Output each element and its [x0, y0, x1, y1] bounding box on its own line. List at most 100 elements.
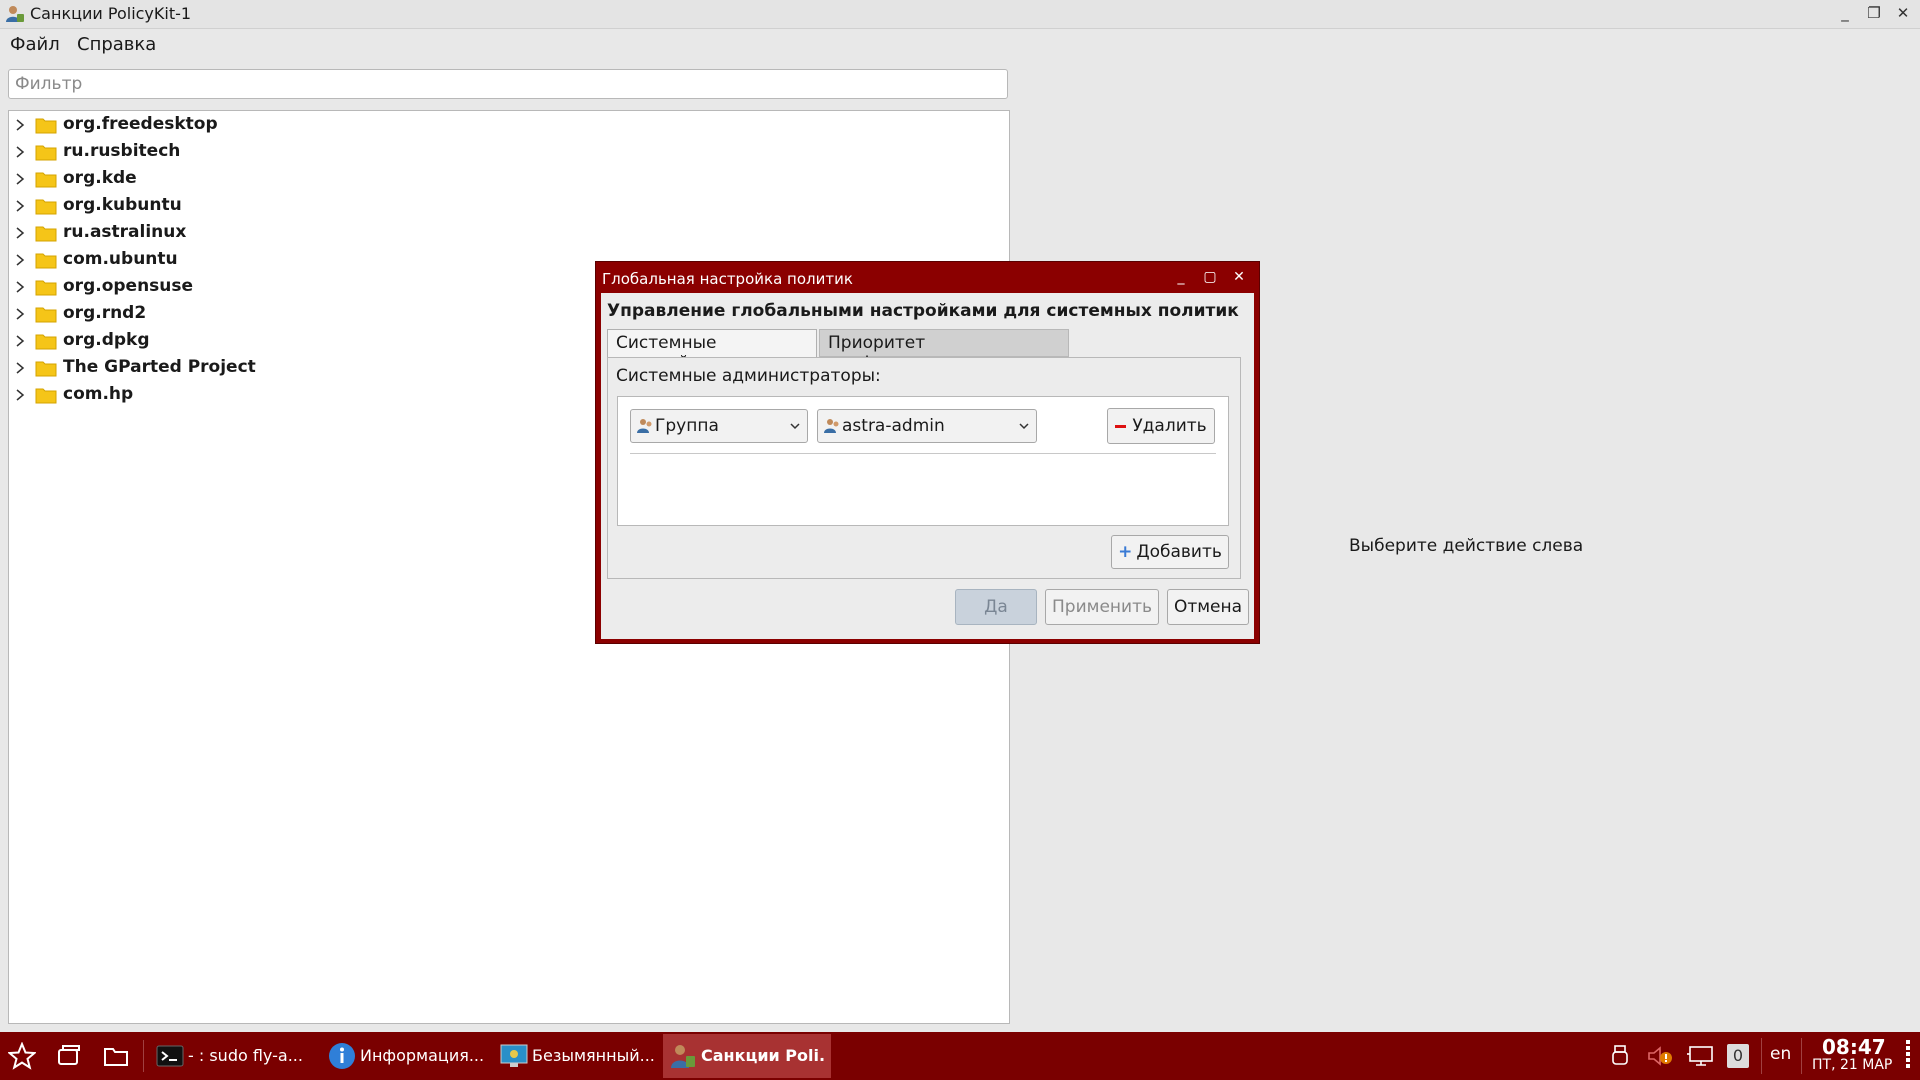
cancel-button-label: Отмена: [1173, 597, 1243, 617]
tree-item-label: com.ubuntu: [63, 249, 178, 269]
add-button[interactable]: + Добавить: [1111, 535, 1229, 569]
tree-item[interactable]: org.freedesktop: [9, 112, 999, 138]
notification-count[interactable]: 0: [1727, 1044, 1749, 1068]
expand-arrow-icon[interactable]: [13, 142, 27, 162]
ok-button[interactable]: Да: [955, 589, 1037, 625]
expand-arrow-icon[interactable]: [13, 223, 27, 243]
policykit-app-icon: [6, 6, 24, 22]
global-policy-dialog: Глобальная настройка политик _ ▢ ✕ Управ…: [595, 261, 1260, 644]
menu-file[interactable]: Файл: [10, 34, 60, 55]
monitor-icon: [500, 1044, 528, 1067]
tray-separator: [1801, 1038, 1802, 1074]
expand-arrow-icon[interactable]: [13, 304, 27, 324]
tab-config-priority[interactable]: Приоритет конфигурации: [819, 329, 1069, 373]
tree-item-label: org.kubuntu: [63, 195, 182, 215]
tray-separator: [1761, 1038, 1762, 1074]
task-label: - : sudo fly-a...: [188, 1046, 303, 1065]
tree-item[interactable]: org.kubuntu: [9, 193, 999, 219]
filter-input[interactable]: [8, 69, 1008, 99]
principal-type-value: Группа: [655, 416, 719, 436]
expand-arrow-icon[interactable]: [13, 196, 27, 216]
tree-item[interactable]: ru.astralinux: [9, 220, 999, 246]
tree-item-label: org.opensuse: [63, 276, 194, 296]
folder-icon: [35, 199, 57, 215]
volume-muted-icon[interactable]: [1646, 1044, 1674, 1068]
dialog-minimize-button[interactable]: _: [1171, 269, 1191, 287]
expand-arrow-icon[interactable]: [13, 277, 27, 297]
task-label: Безымянный...: [532, 1046, 655, 1065]
clock-time[interactable]: 08:47: [1822, 1035, 1886, 1059]
tree-item[interactable]: ru.rusbitech: [9, 139, 999, 165]
network-icon[interactable]: [1686, 1044, 1716, 1070]
task-untitled[interactable]: Безымянный...: [494, 1034, 662, 1078]
dialog-close-button[interactable]: ✕: [1229, 269, 1249, 287]
folder-icon: [35, 253, 57, 269]
restore-button[interactable]: ❐: [1863, 4, 1885, 24]
expand-arrow-icon[interactable]: [13, 250, 27, 270]
tree-item-label: org.freedesktop: [63, 114, 218, 134]
group-icon: [637, 419, 652, 433]
task-label: Информация...: [360, 1046, 484, 1065]
remove-button-label: Удалить: [1132, 416, 1207, 436]
expand-arrow-icon[interactable]: [13, 385, 27, 405]
task-info[interactable]: Информация...: [322, 1034, 490, 1078]
dialog-body: Управление глобальными настройками для с…: [601, 293, 1254, 639]
window-titlebar[interactable]: Санкции PolicyKit-1 _ ❐ ✕: [0, 0, 1920, 29]
folder-icon: [35, 226, 57, 242]
expand-arrow-icon[interactable]: [13, 169, 27, 189]
task-terminal[interactable]: - : sudo fly-a...: [150, 1034, 318, 1078]
row-separator: [630, 453, 1216, 454]
folder-icon: [35, 388, 57, 404]
dialog-heading: Управление глобальными настройками для с…: [607, 301, 1239, 321]
info-icon: [329, 1043, 355, 1069]
menu-bar: Файл Справка: [0, 29, 1920, 61]
tree-item-label: The GParted Project: [63, 357, 256, 377]
terminal-icon: [156, 1045, 184, 1067]
folder-icon: [35, 145, 57, 161]
folder-icon: [35, 118, 57, 134]
apply-button-label: Применить: [1052, 597, 1152, 617]
clock-date[interactable]: ПТ, 21 МАР: [1812, 1057, 1892, 1073]
cancel-button[interactable]: Отмена: [1167, 589, 1249, 625]
star-menu-icon[interactable]: [8, 1042, 36, 1070]
task-label: Санкции Poli...: [701, 1046, 825, 1065]
tree-item-label: ru.astralinux: [63, 222, 187, 242]
chevron-down-icon: [1019, 423, 1029, 430]
ok-button-label: Да: [984, 597, 1008, 617]
file-manager-icon[interactable]: [102, 1042, 130, 1070]
principal-name-combo[interactable]: astra-admin: [817, 409, 1037, 443]
folder-icon: [35, 361, 57, 377]
apply-button[interactable]: Применить: [1045, 589, 1159, 625]
show-desktop-handle[interactable]: [1906, 1038, 1912, 1074]
folder-icon: [35, 334, 57, 350]
policykit-icon: [671, 1045, 695, 1068]
expand-arrow-icon[interactable]: [13, 331, 27, 351]
window-title: Санкции PolicyKit-1: [30, 4, 192, 23]
keyboard-layout-indicator[interactable]: en: [1770, 1044, 1791, 1064]
principal-name-value: astra-admin: [842, 416, 945, 436]
select-action-hint: Выберите действие слева: [1349, 536, 1584, 556]
taskbar-separator: [143, 1040, 144, 1072]
windows-switcher-icon[interactable]: [55, 1042, 83, 1070]
dialog-title: Глобальная настройка политик: [602, 270, 853, 288]
dialog-maximize-button[interactable]: ▢: [1200, 269, 1220, 287]
usb-icon[interactable]: [1608, 1044, 1632, 1068]
tree-item-label: org.kde: [63, 168, 137, 188]
folder-icon: [35, 280, 57, 296]
taskbar: - : sudo fly-a... Информация... Безымянн…: [0, 1032, 1920, 1080]
minimize-button[interactable]: _: [1834, 4, 1856, 24]
remove-button[interactable]: Удалить: [1107, 408, 1215, 444]
tree-item-label: org.dpkg: [63, 330, 150, 350]
expand-arrow-icon[interactable]: [13, 115, 27, 135]
close-button[interactable]: ✕: [1892, 4, 1914, 24]
system-settings-panel: Системные администраторы: Группа astra-a…: [607, 357, 1241, 579]
tree-item-label: ru.rusbitech: [63, 141, 181, 161]
principal-type-combo[interactable]: Группа: [630, 409, 808, 443]
folder-icon: [35, 172, 57, 188]
task-policykit[interactable]: Санкции Poli...: [663, 1034, 831, 1078]
chevron-down-icon: [790, 423, 800, 430]
tab-system-settings[interactable]: Системные настройки: [607, 329, 817, 373]
expand-arrow-icon[interactable]: [13, 358, 27, 378]
tree-item[interactable]: org.kde: [9, 166, 999, 192]
menu-help[interactable]: Справка: [77, 34, 156, 55]
